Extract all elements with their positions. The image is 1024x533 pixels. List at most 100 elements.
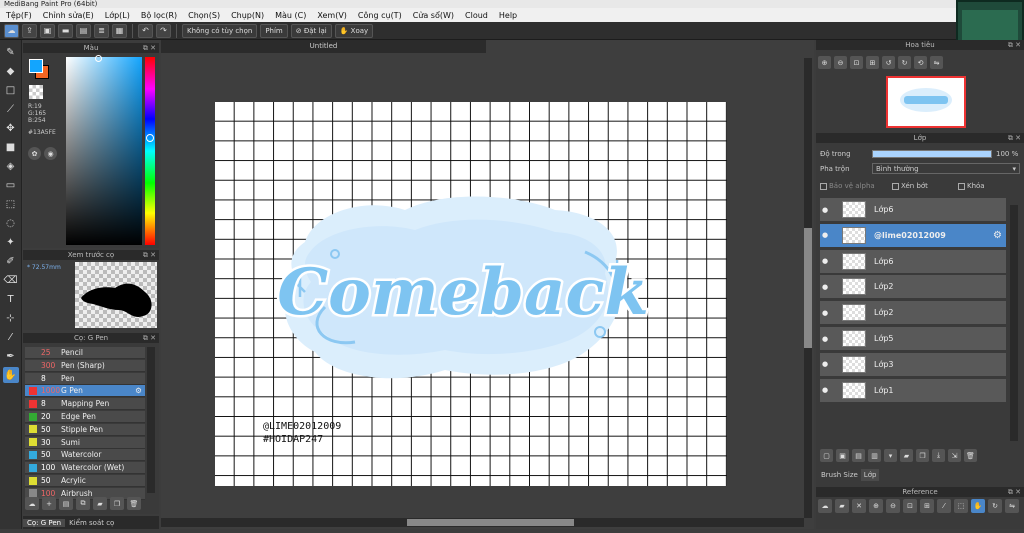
lock-checkbox[interactable]: Khóa: [958, 182, 985, 190]
brush-cloud-icon[interactable]: ☁: [25, 497, 39, 510]
layer-row[interactable]: ● Lớp1: [820, 378, 1006, 403]
new-layer-icon[interactable]: ▢: [820, 449, 833, 462]
cloud-icon[interactable]: ☁: [4, 23, 19, 38]
merge-down-icon[interactable]: ⤓: [932, 449, 945, 462]
visibility-eye-icon[interactable]: ●: [822, 206, 832, 214]
brush-item[interactable]: 8 Mapping Pen: [25, 398, 145, 411]
ref-actual-icon[interactable]: ⊞: [920, 499, 934, 513]
rotate-left-icon[interactable]: ↺: [882, 56, 895, 69]
menu-edit[interactable]: Chỉnh sửa(E): [43, 11, 94, 20]
layer-row[interactable]: ● Lớp6: [820, 198, 1006, 222]
add-brush-icon[interactable]: +: [42, 497, 56, 510]
visibility-eye-icon[interactable]: ●: [822, 309, 832, 317]
copy-brush-icon[interactable]: ⧉: [76, 497, 90, 510]
dot-tool-icon[interactable]: □: [3, 82, 19, 98]
menu-snap[interactable]: Chụp(N): [231, 11, 264, 20]
opacity-slider[interactable]: [872, 150, 992, 158]
delete-layer-icon[interactable]: 🗑: [964, 449, 977, 462]
gradient-tool-icon[interactable]: ▭: [3, 177, 19, 193]
menu-file[interactable]: Tệp(F): [6, 11, 32, 20]
select-eraser-icon[interactable]: ⌫: [3, 272, 19, 288]
layer-list-scrollbar[interactable]: [1010, 205, 1018, 441]
brush-item[interactable]: 20 Edge Pen: [25, 411, 145, 423]
tab-brush-size[interactable]: Brush Size: [818, 469, 861, 481]
layer-row[interactable]: ● Lớp2: [820, 301, 1006, 326]
blend-mode-select[interactable]: Bình thường ▾: [872, 163, 1020, 174]
grid-icon[interactable]: ▦: [112, 23, 127, 38]
hue-slider[interactable]: [145, 57, 155, 245]
brush-item[interactable]: 8 Pen: [25, 372, 145, 385]
new-1bit-layer-icon[interactable]: ▥: [868, 449, 881, 462]
menu-window[interactable]: Cửa sổ(W): [413, 11, 454, 20]
rotate-button[interactable]: ✋ Xoay: [334, 23, 374, 38]
ref-fit-icon[interactable]: ⊡: [903, 499, 917, 513]
duplicate-layer-icon[interactable]: ❐: [916, 449, 929, 462]
ref-zoom-out-icon[interactable]: ⊖: [886, 499, 900, 513]
hand-tool-icon[interactable]: ✋: [2, 367, 19, 383]
brush-item[interactable]: 30 Sumi: [25, 436, 145, 449]
magic-wand-icon[interactable]: ✦: [3, 234, 19, 250]
sv-picker-cursor[interactable]: [95, 55, 102, 62]
transparent-color-swatch[interactable]: [29, 85, 43, 99]
palette-icon[interactable]: ✿: [28, 147, 41, 160]
brush-item[interactable]: 25 Pencil: [25, 347, 145, 359]
menu-layer[interactable]: Lớp(L): [105, 11, 130, 20]
pen-tool-icon[interactable]: ⟋: [3, 101, 19, 117]
ref-flip-icon[interactable]: ⇋: [1005, 499, 1019, 513]
brush-item[interactable]: 100 Watercolor (Wet): [25, 462, 145, 475]
ref-eyedropper-icon[interactable]: ⁄: [937, 499, 951, 513]
brush-settings-icon[interactable]: ⚙: [135, 386, 142, 395]
ref-zoom-in-icon[interactable]: ⊕: [869, 499, 883, 513]
layer-row[interactable]: ● Lớp6: [820, 249, 1006, 274]
canvas-horizontal-scroll-thumb[interactable]: [407, 519, 574, 526]
brush-item[interactable]: 300 Pen (Sharp): [25, 359, 145, 372]
shape-tool-icon[interactable]: ■: [3, 139, 19, 155]
eyedropper-mini-icon[interactable]: ◉: [44, 147, 57, 160]
layer-row[interactable]: ● Lớp3: [820, 352, 1006, 377]
canvas-paper[interactable]: Comeback @LIME02012009 #HOIDAP247: [215, 102, 727, 486]
ref-close-icon[interactable]: ✕: [852, 499, 866, 513]
ref-rotate-icon[interactable]: ↻: [988, 499, 1002, 513]
menu-view[interactable]: Xem(V): [317, 11, 347, 20]
layer-folder-icon[interactable]: ▰: [900, 449, 913, 462]
undo-icon[interactable]: ↶: [138, 23, 153, 38]
panel-controls-icon[interactable]: ⧉ ✕: [143, 333, 156, 343]
select-pen-icon[interactable]: ✐: [3, 253, 19, 269]
document-tab[interactable]: Untitled: [161, 40, 486, 53]
panel-controls-icon[interactable]: ⧉ ✕: [1008, 40, 1021, 50]
visibility-eye-icon[interactable]: ●: [822, 257, 832, 265]
menu-help[interactable]: Help: [499, 11, 517, 20]
menu-color[interactable]: Màu (C): [275, 11, 306, 20]
visibility-eye-icon[interactable]: ●: [822, 283, 832, 291]
reset-view-icon[interactable]: ⟲: [914, 56, 927, 69]
flip-icon[interactable]: ⇋: [930, 56, 943, 69]
panel-controls-icon[interactable]: ⧉ ✕: [143, 250, 156, 260]
menu-select[interactable]: Chọn(S): [188, 11, 220, 20]
menu-cloud[interactable]: Cloud: [465, 11, 488, 20]
brush-item[interactable]: 50 Watercolor: [25, 449, 145, 462]
layer-row[interactable]: ● Lớp2: [820, 275, 1006, 300]
fit-icon[interactable]: ⊡: [850, 56, 863, 69]
folder-icon[interactable]: ▰: [93, 497, 107, 510]
brush-list-scrollbar[interactable]: [147, 347, 155, 493]
brush-tool-icon[interactable]: ✎: [3, 44, 19, 60]
layers-icon[interactable]: ▤: [76, 23, 91, 38]
ref-hand-icon[interactable]: ✋: [971, 499, 985, 513]
duplicate-icon[interactable]: ❐: [110, 497, 124, 510]
rotate-right-icon[interactable]: ↻: [898, 56, 911, 69]
fill-tool-icon[interactable]: ◈: [3, 158, 19, 174]
hue-slider-handle[interactable]: [146, 134, 154, 142]
redo-icon[interactable]: ↷: [156, 23, 171, 38]
canvas-vertical-scroll-thumb[interactable]: [804, 228, 812, 348]
navigator-thumbnail[interactable]: [886, 76, 966, 128]
layer-row[interactable]: ● Lớp5: [820, 327, 1006, 351]
ref-selection-icon[interactable]: ⬚: [954, 499, 968, 513]
brush-item[interactable]: 1000 G Pen ⚙: [25, 385, 145, 398]
tab-layer[interactable]: Lớp: [860, 469, 880, 481]
share-icon[interactable]: ⇪: [22, 23, 37, 38]
visibility-eye-icon[interactable]: ●: [822, 386, 832, 394]
eraser-tool-icon[interactable]: ◆: [3, 63, 19, 79]
tab-brush[interactable]: Cọ: G Pen: [23, 518, 66, 527]
reset-button[interactable]: ⊘ Đặt lại: [290, 23, 332, 38]
visibility-eye-icon[interactable]: ●: [822, 335, 832, 343]
